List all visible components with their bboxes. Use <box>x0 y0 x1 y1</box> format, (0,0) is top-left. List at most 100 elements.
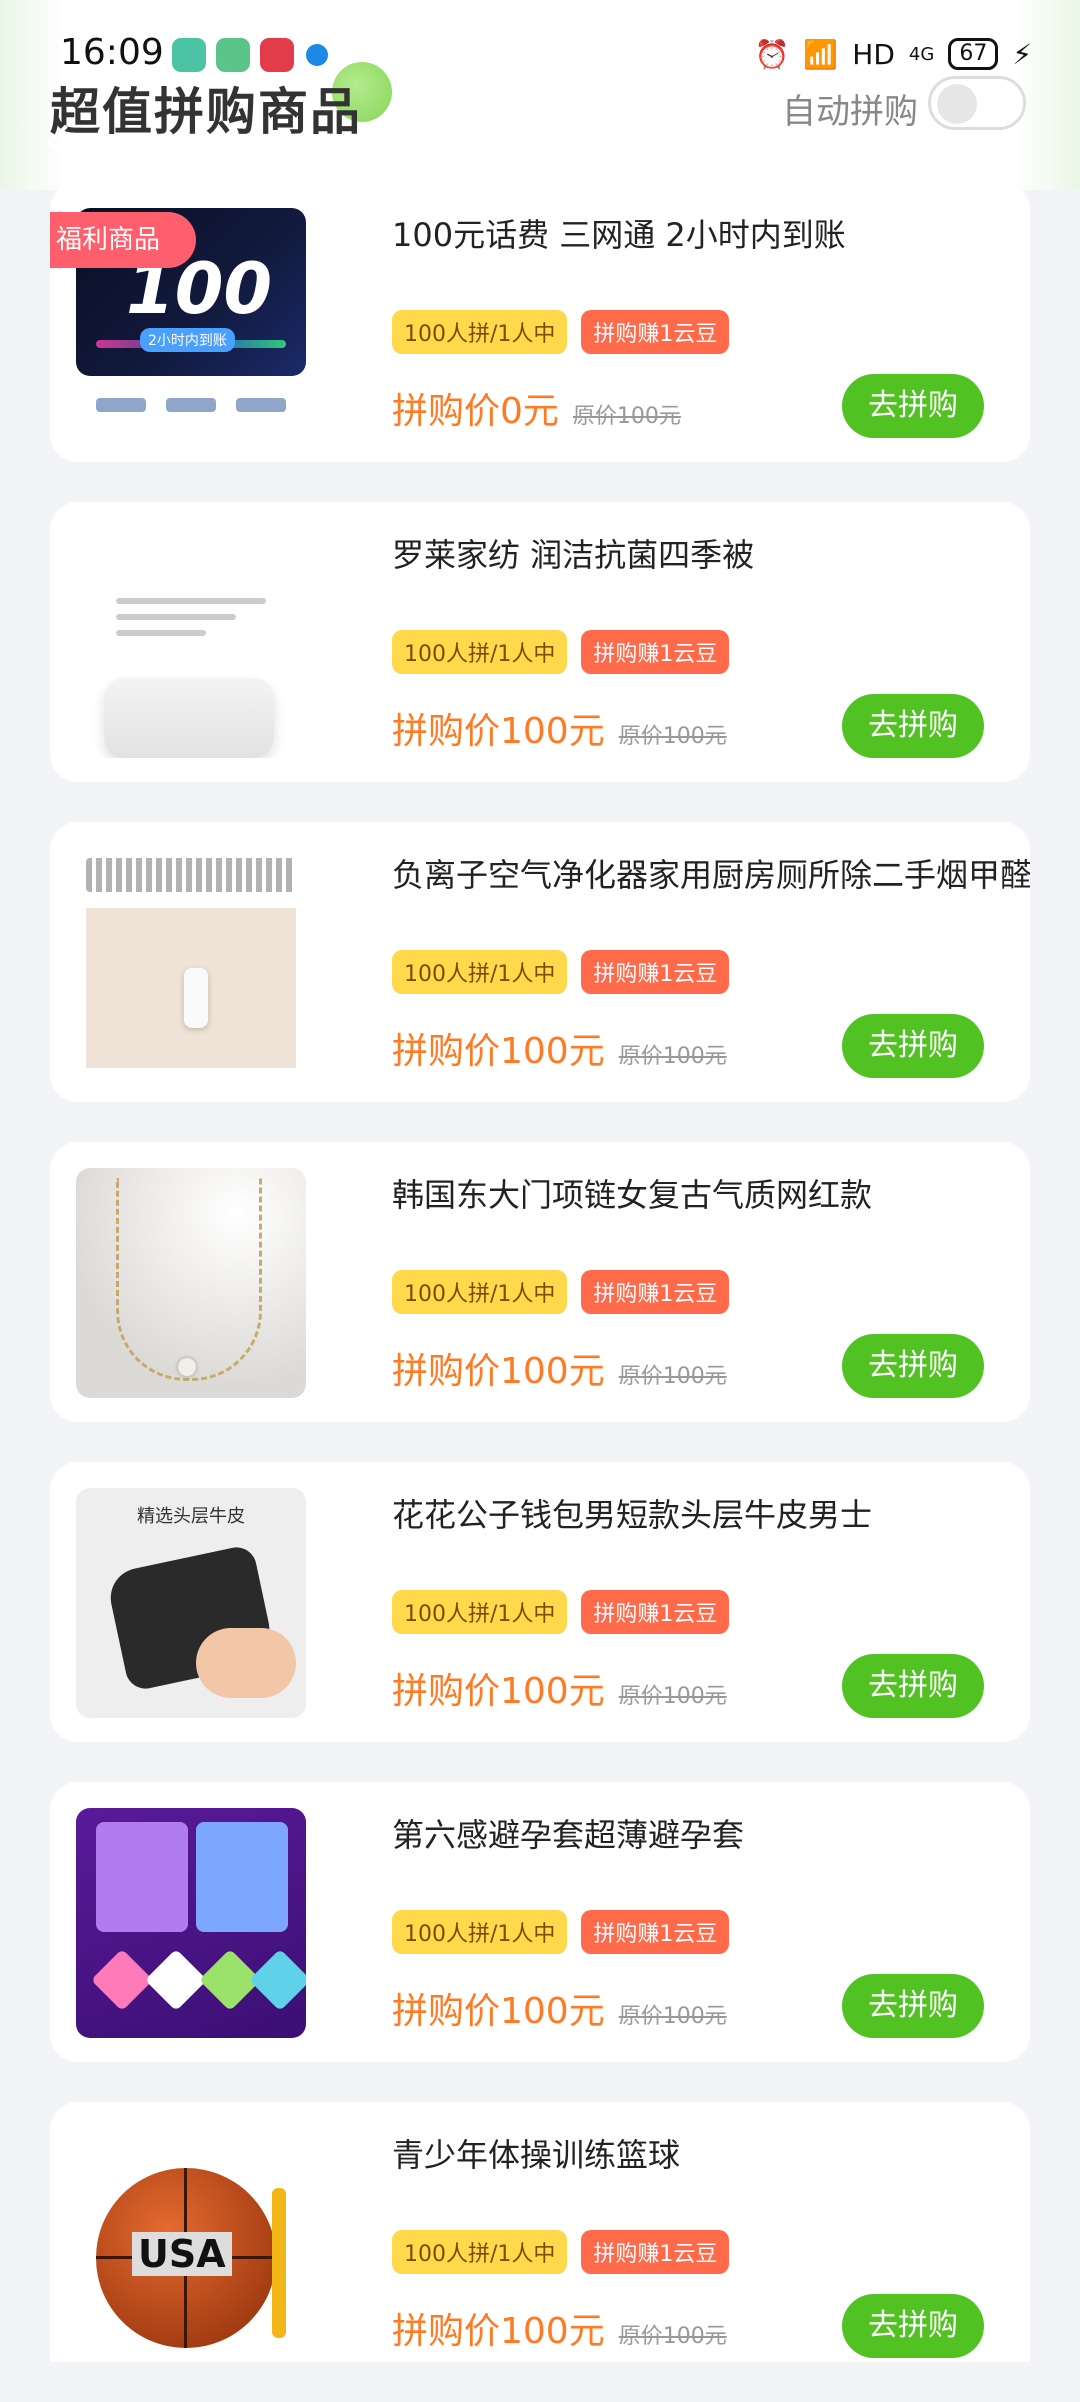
product-tags: 100人拼/1人中 拼购赚1云豆 <box>392 630 730 674</box>
group-size-tag: 100人拼/1人中 <box>392 630 568 674</box>
group-buy-button[interactable]: 去拼购 <box>842 694 984 758</box>
product-tags: 100人拼/1人中 拼购赚1云豆 <box>392 1910 730 1954</box>
group-price: 拼购价100元 <box>392 1351 605 1392</box>
necklace-chain <box>116 1178 262 1381</box>
product-card[interactable]: USA 青少年体操训练篮球 100人拼/1人中 拼购赚1云豆 拼购价100元 原… <box>50 2102 1030 2362</box>
app-notification-icon <box>216 38 250 72</box>
product-card[interactable]: 负离子空气净化器家用厨房厕所除二手烟甲醛 100人拼/1人中 拼购赚1云豆 拼购… <box>50 822 1030 1102</box>
product-card[interactable]: 第六感避孕套超薄避孕套 100人拼/1人中 拼购赚1云豆 拼购价100元 原价1… <box>50 1782 1030 2062</box>
purifier-shape <box>184 968 208 1028</box>
product-name: 罗莱家纺 润洁抗菌四季被 <box>392 536 755 574</box>
price-row: 拼购价100元 原价100元 <box>392 1342 727 1394</box>
group-buy-button[interactable]: 去拼购 <box>842 1974 984 2038</box>
original-price: 原价100元 <box>618 2004 727 2029</box>
reward-tag: 拼购赚1云豆 <box>581 1590 730 1634</box>
product-tags: 100人拼/1人中 拼购赚1云豆 <box>392 1270 730 1314</box>
price-row: 拼购价100元 原价100元 <box>392 2302 727 2354</box>
quilt-shape <box>104 678 274 758</box>
cell-signal-label: 4G <box>908 43 935 65</box>
product-image-basketball: USA <box>76 2128 306 2358</box>
group-size-tag: 100人拼/1人中 <box>392 2230 568 2274</box>
welfare-badge: 福利商品 <box>50 212 196 268</box>
package-shape <box>96 1822 188 1932</box>
group-size-tag: 100人拼/1人中 <box>392 1910 568 1954</box>
product-name: 青少年体操训练篮球 <box>392 2136 681 2174</box>
group-price: 拼购价0元 <box>392 391 559 432</box>
auto-group-buy-toggle[interactable] <box>928 76 1026 130</box>
product-tags: 100人拼/1人中 拼购赚1云豆 <box>392 310 730 354</box>
original-price: 原价100元 <box>618 1684 727 1709</box>
package-shape <box>144 1948 208 2012</box>
package-shape <box>248 1948 306 2012</box>
image-caption-lines <box>86 858 296 892</box>
auto-group-buy-label: 自动拼购 <box>782 92 918 132</box>
image-subtext: 2小时内到账 <box>140 328 235 352</box>
product-name: 100元话费 三网通 2小时内到账 <box>392 216 846 254</box>
reward-tag: 拼购赚1云豆 <box>581 2230 730 2274</box>
necklace-pendant <box>178 1358 196 1376</box>
original-price: 原价100元 <box>572 404 681 429</box>
page-title: 拼购得云豆 <box>434 137 645 186</box>
product-name: 负离子空气净化器家用厨房厕所除二手烟甲醛 <box>392 856 1030 894</box>
product-image-condom <box>76 1808 306 2038</box>
group-buy-button[interactable]: 去拼购 <box>842 1334 984 1398</box>
group-size-tag: 100人拼/1人中 <box>392 1270 568 1314</box>
product-image-wallet: 精选头层牛皮 <box>76 1488 306 1718</box>
group-price: 拼购价100元 <box>392 1031 605 1072</box>
price-row: 拼购价100元 原价100元 <box>392 1662 727 1714</box>
price-row: 拼购价100元 原价100元 <box>392 702 727 754</box>
price-row: 拼购价0元 原价100元 <box>392 382 681 434</box>
app-notification-icon <box>172 38 206 72</box>
image-caption-lines <box>116 588 266 646</box>
product-card[interactable]: 福利商品 100 2小时内到账 100元话费 三网通 2小时内到账 100人拼/… <box>50 182 1030 462</box>
package-shape <box>196 1822 288 1932</box>
charging-icon: ⚡ <box>1012 37 1032 71</box>
pump-shape <box>272 2188 286 2338</box>
group-size-tag: 100人拼/1人中 <box>392 950 568 994</box>
product-image-necklace <box>76 1168 306 1398</box>
alarm-icon: ⏰ <box>754 37 790 71</box>
group-buy-button[interactable]: 去拼购 <box>842 1654 984 1718</box>
product-list: 福利商品 100 2小时内到账 100元话费 三网通 2小时内到账 100人拼/… <box>50 182 1030 2402</box>
product-image-air-purifier <box>76 848 306 1078</box>
reward-tag: 拼购赚1云豆 <box>581 950 730 994</box>
package-shape <box>90 1948 154 2012</box>
status-indicators: ⏰ 📶 HD 4G 67 ⚡ <box>755 34 1032 74</box>
hand-shape <box>196 1628 296 1698</box>
product-card[interactable]: 罗莱家纺 润洁抗菌四季被 100人拼/1人中 拼购赚1云豆 拼购价100元 原价… <box>50 502 1030 782</box>
reward-tag: 拼购赚1云豆 <box>581 1910 730 1954</box>
product-name: 第六感避孕套超薄避孕套 <box>392 1816 745 1854</box>
group-price: 拼购价100元 <box>392 2311 605 2352</box>
product-tags: 100人拼/1人中 拼购赚1云豆 <box>392 2230 730 2274</box>
group-price: 拼购价100元 <box>392 711 605 752</box>
product-name: 花花公子钱包男短款头层牛皮男士 <box>392 1496 873 1534</box>
product-card[interactable]: 韩国东大门项链女复古气质网红款 100人拼/1人中 拼购赚1云豆 拼购价100元… <box>50 1142 1030 1422</box>
network-type-label: HD <box>852 37 895 71</box>
product-tags: 100人拼/1人中 拼购赚1云豆 <box>392 1590 730 1634</box>
image-caption: USA <box>132 2232 232 2276</box>
reward-tag: 拼购赚1云豆 <box>581 1270 730 1314</box>
price-row: 拼购价100元 原价100元 <box>392 1022 727 1074</box>
original-price: 原价100元 <box>618 1044 727 1069</box>
group-size-tag: 100人拼/1人中 <box>392 310 568 354</box>
group-buy-button[interactable]: 去拼购 <box>842 2294 984 2358</box>
carrier-logos <box>86 398 296 412</box>
original-price: 原价100元 <box>618 1364 727 1389</box>
group-price: 拼购价100元 <box>392 1671 605 1712</box>
wifi-icon: 📶 <box>803 37 839 71</box>
group-buy-button[interactable]: 去拼购 <box>842 1014 984 1078</box>
group-buy-button[interactable]: 去拼购 <box>842 374 984 438</box>
product-image-quilt <box>76 528 306 758</box>
product-card[interactable]: 精选头层牛皮 花花公子钱包男短款头层牛皮男士 100人拼/1人中 拼购赚1云豆 … <box>50 1462 1030 1742</box>
price-row: 拼购价100元 原价100元 <box>392 1982 727 2034</box>
original-price: 原价100元 <box>618 724 727 749</box>
original-price: 原价100元 <box>618 2324 727 2349</box>
image-caption: 精选头层牛皮 <box>137 1506 245 1527</box>
battery-level: 67 <box>948 38 999 70</box>
product-tags: 100人拼/1人中 拼购赚1云豆 <box>392 950 730 994</box>
group-size-tag: 100人拼/1人中 <box>392 1590 568 1634</box>
app-notification-icon <box>306 44 328 66</box>
product-name: 韩国东大门项链女复古气质网红款 <box>392 1176 873 1214</box>
toggle-knob <box>937 84 977 124</box>
clock: 16:09 <box>60 32 164 73</box>
